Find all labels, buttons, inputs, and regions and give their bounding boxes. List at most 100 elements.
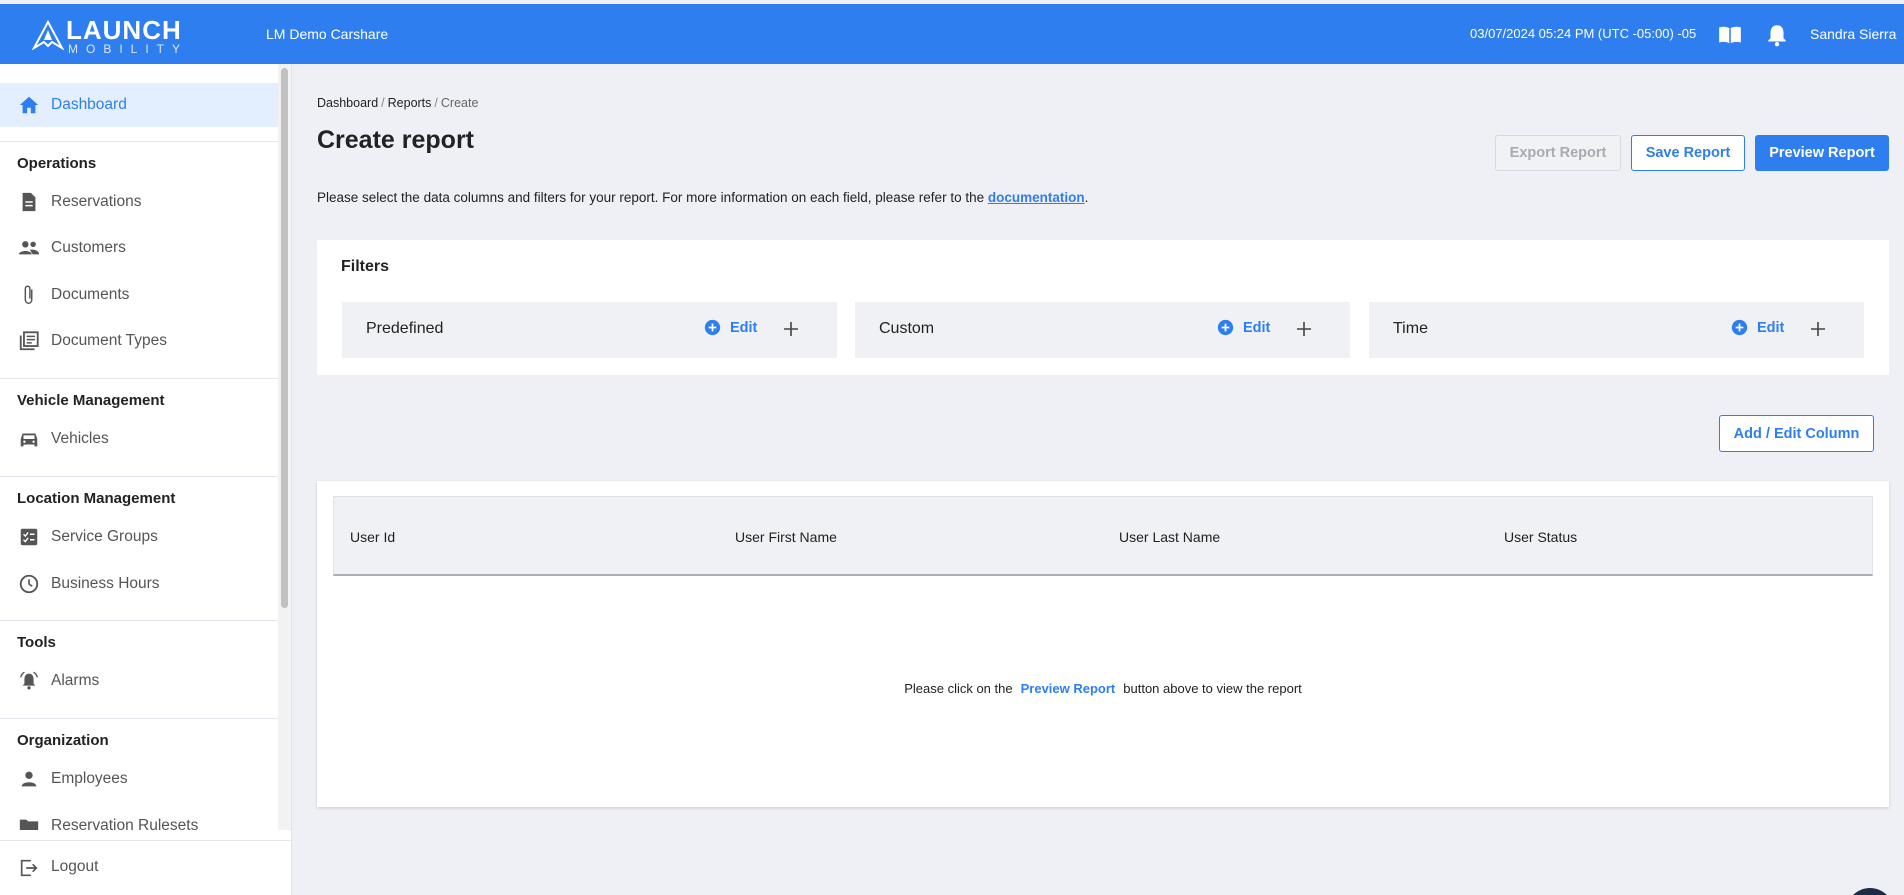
section-title-operations: Operations [17,155,97,172]
preview-report-button[interactable]: Preview Report [1755,135,1889,171]
section-title-organization: Organization [17,732,109,749]
column-header-user-status[interactable]: User Status [1504,529,1577,545]
sidebar: Dashboard Operations Reservations Custom… [0,64,292,895]
divider [0,476,278,477]
add-circle-icon [1217,319,1234,336]
checklist-icon [20,528,38,546]
user-menu[interactable]: Sandra Sierra [1810,26,1896,42]
empty-state-text-after: button above to view the report [1123,681,1302,696]
car-icon [20,433,38,447]
add-edit-column-button[interactable]: Add / Edit Column [1719,415,1874,452]
plus-icon[interactable] [782,320,800,338]
library-books-icon [19,331,39,351]
section-title-tools: Tools [17,634,56,651]
section-title-vehicle-management: Vehicle Management [17,392,165,409]
table-header-row: User Id User First Name User Last Name U… [333,496,1873,576]
launch-mobility-logo[interactable]: LAUNCH MOBILITY [32,15,192,56]
empty-state-preview-link[interactable]: Preview Report [1021,681,1116,696]
logo-mark-icon [32,20,64,50]
filter-edit-label: Edit [730,319,758,336]
sidebar-item-label: Vehicles [51,430,109,447]
filter-group-custom: Custom Edit [855,302,1350,358]
breadcrumb-separator: / [381,96,385,110]
sidebar-item-label: Document Types [51,332,168,349]
logout-button[interactable]: Logout [0,840,291,895]
divider [0,620,278,621]
people-icon [18,241,40,255]
breadcrumb-dashboard[interactable]: Dashboard [317,96,378,110]
documentation-link[interactable]: documentation [988,190,1085,205]
sidebar-item-label: Service Groups [51,528,158,545]
filters-title: Filters [341,258,390,275]
breadcrumb-reports[interactable]: Reports [388,96,432,110]
bell-icon[interactable] [1764,22,1790,48]
book-open-icon[interactable] [1717,22,1743,48]
add-circle-icon [704,319,721,336]
save-report-button[interactable]: Save Report [1631,135,1745,171]
plus-icon[interactable] [1295,320,1313,338]
divider [0,378,278,379]
sidebar-item-label: Reservations [51,193,142,210]
filter-group-name: Time [1393,320,1428,337]
logout-label: Logout [51,858,99,875]
sidebar-item-business-hours[interactable]: Business Hours [0,562,278,606]
intro-text: Please select the data columns and filte… [317,190,1088,205]
sidebar-item-vehicles[interactable]: Vehicles [0,417,278,461]
alarm-bell-icon [20,671,38,690]
add-circle-icon [1731,319,1748,336]
column-header-user-last-name[interactable]: User Last Name [1119,529,1220,545]
divider [0,718,278,719]
sidebar-item-reservations[interactable]: Reservations [0,180,278,224]
filter-edit-label: Edit [1243,319,1271,336]
sidebar-item-label: Customers [51,239,126,256]
export-report-button[interactable]: Export Report [1495,135,1621,171]
sidebar-item-label: Dashboard [51,96,127,113]
clock-icon [19,574,39,594]
page-title: Create report [317,126,474,154]
sidebar-item-document-types[interactable]: Document Types [0,319,278,363]
divider [0,141,278,142]
report-table-card: User Id User First Name User Last Name U… [317,481,1889,807]
breadcrumb-current: Create [440,96,479,110]
empty-state-message: Please click on the Preview Report button … [317,681,1889,696]
intro-text-before: Please select the data columns and filte… [317,190,988,205]
current-datetime: 03/07/2024 05:24 PM (UTC -05:00) -05 [1470,26,1697,41]
sidebar-item-reservation-rulesets[interactable]: Reservation Rulesets [0,804,278,830]
intro-text-after: . [1084,190,1089,205]
sidebar-item-employees[interactable]: Employees [0,757,278,801]
company-name[interactable]: LM Demo Carshare [266,26,388,42]
sidebar-item-label: Employees [51,770,128,787]
filter-edit-button[interactable]: Edit [1217,319,1270,336]
sidebar-item-service-groups[interactable]: Service Groups [0,515,278,559]
help-chat-button[interactable] [1846,888,1894,895]
logo-text: LAUNCH [66,15,182,45]
logout-icon [20,859,38,877]
sidebar-item-alarms[interactable]: Alarms [0,659,278,703]
document-icon [22,192,36,212]
empty-state-text-before: Please click on the [904,681,1013,696]
filter-edit-button[interactable]: Edit [1731,319,1784,336]
home-icon [19,96,39,114]
filter-edit-button[interactable]: Edit [704,319,757,336]
breadcrumb-separator: / [434,96,438,110]
column-header-user-first-name[interactable]: User First Name [735,529,837,545]
filter-group-time: Time Edit [1369,302,1864,358]
filter-group-name: Predefined [366,320,444,337]
filter-group-predefined: Predefined Edit [342,302,837,358]
sidebar-item-dashboard[interactable]: Dashboard [0,83,278,127]
section-title-location-management: Location Management [17,490,176,507]
sidebar-item-customers[interactable]: Customers [0,226,278,270]
breadcrumb: Dashboard / Reports / Create [317,96,478,110]
sidebar-item-label: Documents [51,286,130,303]
plus-icon[interactable] [1809,320,1827,338]
filter-group-name: Custom [879,320,935,337]
person-icon [21,771,37,787]
top-header: LAUNCH MOBILITY LM Demo Carshare 03/07/2… [0,4,1904,64]
sidebar-item-documents[interactable]: Documents [0,273,278,317]
sidebar-item-label: Alarms [51,672,100,689]
column-header-user-id[interactable]: User Id [350,529,395,545]
sidebar-scrollbar-thumb[interactable] [281,68,288,608]
filter-edit-label: Edit [1757,319,1785,336]
paperclip-icon [24,285,33,304]
sidebar-item-label: Business Hours [51,575,160,592]
